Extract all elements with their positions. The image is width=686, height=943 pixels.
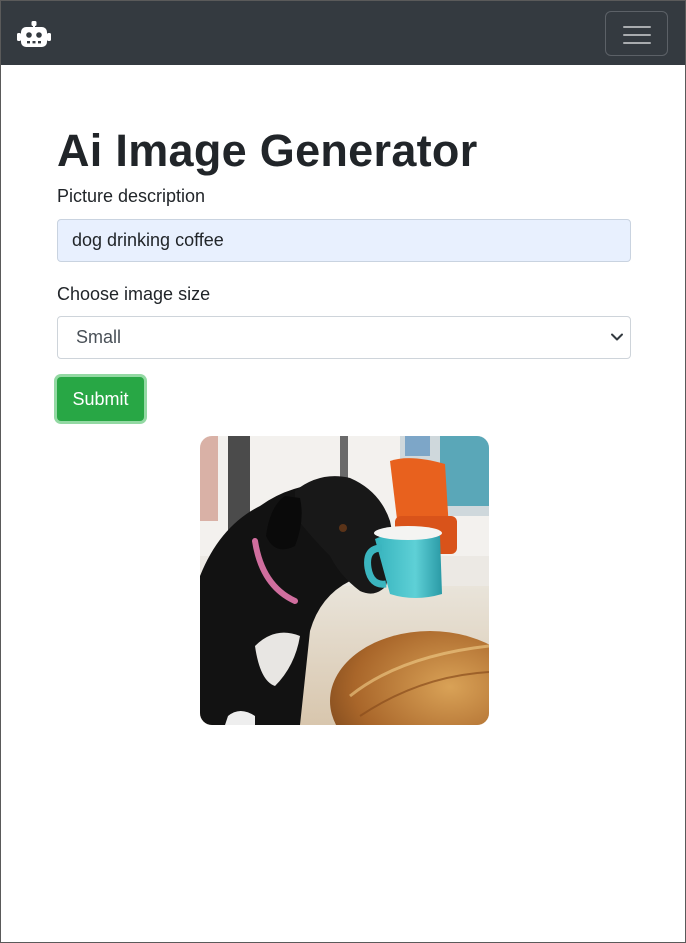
description-label: Picture description (57, 186, 206, 206)
size-select-value: Small (76, 327, 122, 347)
size-label: Choose image size (57, 284, 211, 304)
size-select[interactable]: Small (57, 316, 631, 359)
chevron-down-icon (611, 333, 623, 341)
robot-icon[interactable] (17, 21, 51, 49)
navbar (1, 1, 685, 65)
navbar-toggler-button[interactable] (605, 11, 668, 56)
submit-button[interactable]: Submit (57, 377, 144, 421)
description-input[interactable]: dog drinking coffee (57, 219, 631, 262)
generated-image (200, 436, 489, 725)
page-title: Ai Image Generator (57, 125, 478, 176)
